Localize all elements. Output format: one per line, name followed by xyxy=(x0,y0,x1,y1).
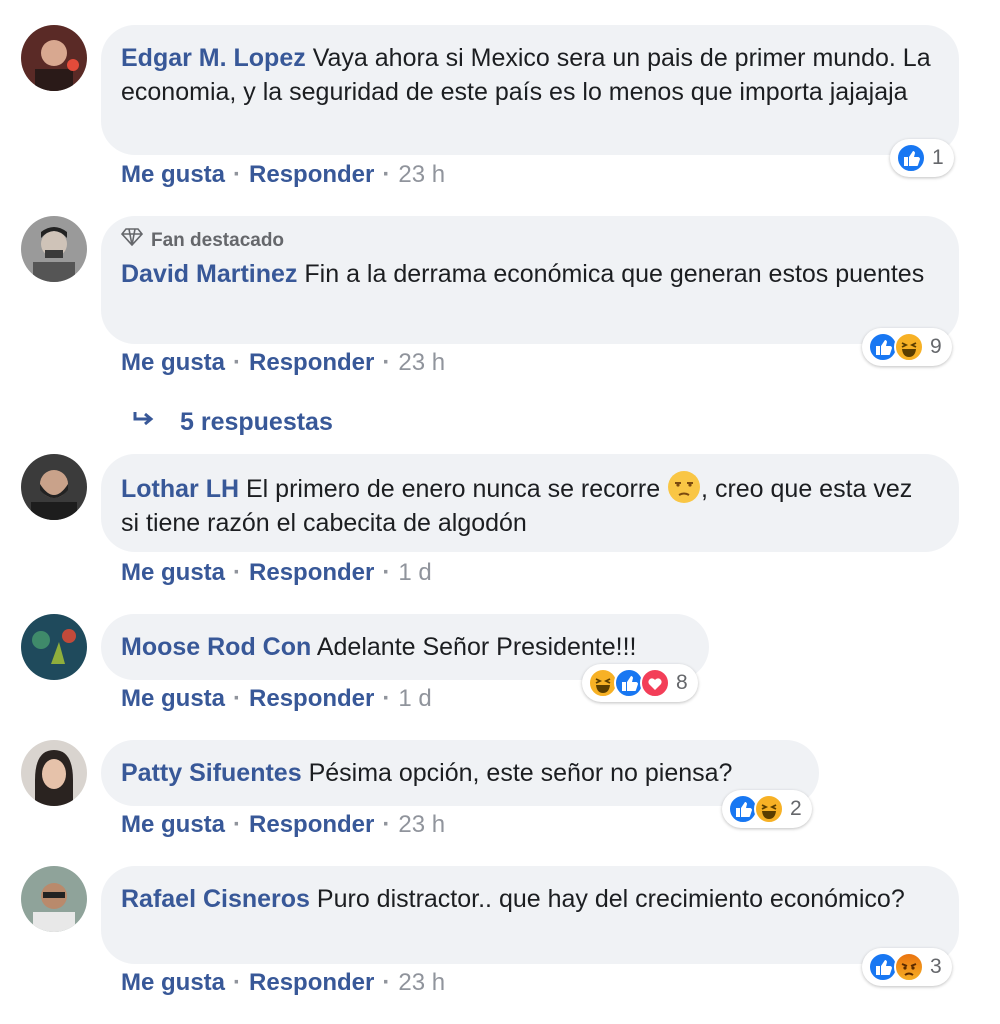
reaction-count: 1 xyxy=(932,146,944,169)
separator: · xyxy=(382,559,391,586)
avatar[interactable] xyxy=(21,740,87,806)
reply-link[interactable]: Responder xyxy=(249,349,374,376)
like-link[interactable]: Me gusta xyxy=(121,685,225,712)
reply-link[interactable]: Responder xyxy=(249,685,374,712)
reaction-count: 3 xyxy=(930,955,942,978)
avatar[interactable] xyxy=(21,216,87,282)
comment-text: Adelante Señor Presidente!!! xyxy=(316,633,637,661)
comment-author[interactable]: Rafael Cisneros xyxy=(121,885,310,913)
comment-author[interactable]: David Martinez xyxy=(121,260,297,288)
comment-text: Fin a la derrama económica que generan e… xyxy=(304,260,925,288)
reply-link[interactable]: Responder xyxy=(249,559,374,586)
reply-arrow-icon xyxy=(132,406,156,438)
reply-link[interactable]: Responder xyxy=(249,161,374,188)
separator: · xyxy=(382,969,391,996)
separator: · xyxy=(382,161,391,188)
comment-text: Puro distractor.. que hay del crecimient… xyxy=(316,885,905,913)
comment-actions: Me gusta · Responder · 23 h xyxy=(121,810,445,840)
avatar[interactable] xyxy=(21,866,87,932)
replies-count-label: 5 respuestas xyxy=(180,408,333,436)
reply-link[interactable]: Responder xyxy=(249,811,374,838)
like-icon xyxy=(896,143,926,173)
separator: · xyxy=(233,161,242,188)
reaction-count: 2 xyxy=(790,797,802,820)
like-link[interactable]: Me gusta xyxy=(121,811,225,838)
comment-actions: Me gusta · Responder · 1 d xyxy=(121,558,432,588)
like-link[interactable]: Me gusta xyxy=(121,349,225,376)
love-icon xyxy=(640,668,670,698)
comment-bubble: Lothar LH El primero de enero nunca se r… xyxy=(101,454,959,552)
avatar[interactable] xyxy=(21,25,87,91)
comment-author[interactable]: Edgar M. Lopez xyxy=(121,44,306,72)
haha-icon xyxy=(754,794,784,824)
view-replies-link[interactable]: 5 respuestas xyxy=(132,406,333,438)
comment-actions: Me gusta · Responder · 1 d xyxy=(121,684,432,714)
separator: · xyxy=(233,811,242,838)
separator: · xyxy=(382,811,391,838)
comment-bubble: Edgar M. Lopez Vaya ahora si Mexico sera… xyxy=(101,25,959,155)
comment-bubble: Patty Sifuentes Pésima opción, este seño… xyxy=(101,740,819,806)
comment-actions: Me gusta · Responder · 23 h xyxy=(121,160,445,190)
comment-author[interactable]: Lothar LH xyxy=(121,475,239,503)
separator: · xyxy=(233,349,242,376)
like-link[interactable]: Me gusta xyxy=(121,969,225,996)
reaction-summary[interactable]: 3 xyxy=(862,948,952,986)
reaction-summary[interactable]: 1 xyxy=(890,139,954,177)
comment-author[interactable]: Moose Rod Con xyxy=(121,633,311,661)
comment-actions: Me gusta · Responder · 23 h xyxy=(121,968,445,998)
like-link[interactable]: Me gusta xyxy=(121,559,225,586)
angry-icon xyxy=(894,952,924,982)
separator: · xyxy=(382,349,391,376)
comment-author[interactable]: Patty Sifuentes xyxy=(121,759,302,787)
like-link[interactable]: Me gusta xyxy=(121,161,225,188)
fan-badge: Fan destacado xyxy=(120,228,933,253)
comment-time[interactable]: 1 d xyxy=(398,685,431,712)
reaction-count: 8 xyxy=(676,671,688,694)
reaction-count: 9 xyxy=(930,335,942,358)
haha-icon xyxy=(894,332,924,362)
comment-time[interactable]: 23 h xyxy=(398,161,445,188)
badge-label: Fan destacado xyxy=(151,229,285,251)
comment-text: Pésima opción, este señor no piensa? xyxy=(308,759,733,787)
separator: · xyxy=(233,685,242,712)
diamond-icon xyxy=(120,228,144,253)
reaction-summary[interactable]: 2 xyxy=(722,790,812,828)
avatar[interactable] xyxy=(21,614,87,680)
comment-bubble: Fan destacado David Martinez Fin a la de… xyxy=(101,216,959,344)
avatar[interactable] xyxy=(21,454,87,520)
reaction-summary[interactable]: 9 xyxy=(862,328,952,366)
comment-time[interactable]: 23 h xyxy=(398,349,445,376)
comment-actions: Me gusta · Responder · 23 h xyxy=(121,348,445,378)
comment-time[interactable]: 1 d xyxy=(398,559,431,586)
reply-link[interactable]: Responder xyxy=(249,969,374,996)
separator: · xyxy=(382,685,391,712)
comment-bubble: Rafael Cisneros Puro distractor.. que ha… xyxy=(101,866,959,964)
separator: · xyxy=(233,969,242,996)
comment-text-part1: El primero de enero nunca se recorre xyxy=(246,475,668,503)
comment-time[interactable]: 23 h xyxy=(398,811,445,838)
unamused-face-icon xyxy=(667,470,701,504)
reaction-summary[interactable]: 8 xyxy=(582,664,698,702)
separator: · xyxy=(233,559,242,586)
comment-time[interactable]: 23 h xyxy=(398,969,445,996)
